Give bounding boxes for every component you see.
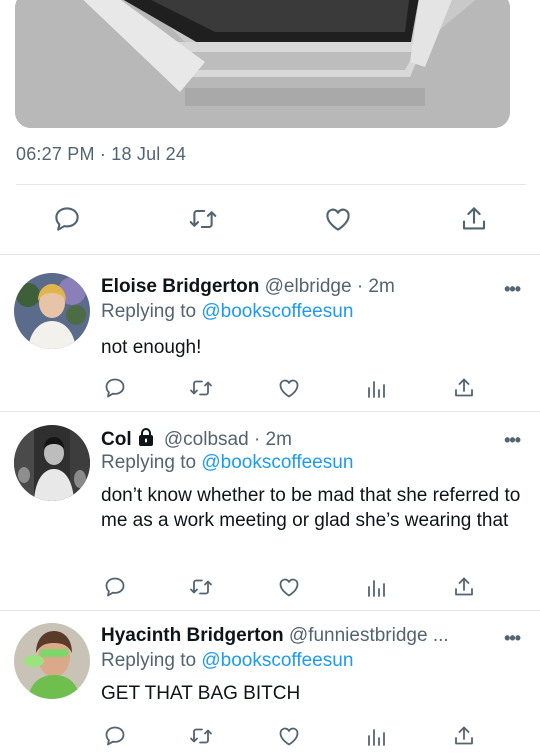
avatar[interactable] [14,273,90,349]
views-button[interactable] [361,373,391,403]
speech-bubble-icon [55,207,79,231]
reply-header: Hyacinth Bridgerton @funniestbridge ... [101,625,449,647]
mention-link[interactable]: @bookscoffeesun [201,301,353,322]
retweet-button[interactable] [186,202,220,236]
avatar[interactable] [14,623,90,699]
retweet-icon [190,728,212,744]
reply-time[interactable]: · 2m [254,429,292,450]
tweet-actions-bar [0,200,540,240]
reply-text: not enough! [101,337,202,358]
share-upload-icon [455,577,473,596]
avatar[interactable] [14,425,90,501]
views-button[interactable] [361,721,391,751]
reply-time[interactable]: · 2m [357,276,395,297]
retweet-icon [190,579,212,595]
heart-icon [279,379,299,398]
reply-actions-bar [0,721,540,751]
reply-actions-bar [0,373,540,403]
replying-to-line: Replying to @bookscoffeesun [101,650,353,672]
more-options-button[interactable]: ••• [504,628,521,649]
reply-actions-bar [0,572,540,602]
share-upload-icon [455,726,473,745]
more-options-button[interactable]: ••• [504,279,521,300]
reply-tweet[interactable]: Col @colbsad · 2m ••• Replying to @books… [0,412,540,610]
retweet-button[interactable] [186,373,216,403]
user-handle[interactable]: @colbsad [164,429,249,450]
retweet-icon [190,380,212,396]
share-button[interactable] [457,202,491,236]
share-button[interactable] [449,572,479,602]
like-button[interactable] [321,202,355,236]
more-options-button[interactable]: ••• [504,430,521,451]
speech-bubble-icon [105,577,125,597]
display-name[interactable]: Col [101,429,132,450]
reply-header: Col @colbsad · 2m [101,427,292,453]
bar-chart-icon [368,381,385,398]
like-button[interactable] [274,373,304,403]
share-button[interactable] [449,721,479,751]
reply-text: don’t know whether to be mad that she re… [101,485,521,531]
bar-chart-icon [368,580,385,597]
user-handle[interactable]: @elbridge [265,276,352,297]
share-upload-icon [455,378,473,397]
mention-link[interactable]: @bookscoffeesun [201,650,353,671]
display-name[interactable]: Eloise Bridgerton [101,276,259,297]
replying-to-label: Replying to [101,301,202,322]
user-handle[interactable]: @funniestbridge ... [289,625,449,646]
reply-button[interactable] [100,373,130,403]
like-button[interactable] [274,721,304,751]
retweet-button[interactable] [186,721,216,751]
speech-bubble-icon [105,378,125,398]
views-button[interactable] [361,572,391,602]
reply-button[interactable] [100,721,130,751]
tweet-media-container [0,0,540,132]
like-button[interactable] [274,572,304,602]
reply-button[interactable] [50,202,84,236]
heart-icon [326,208,350,231]
divider [16,184,526,185]
retweet-icon [189,209,217,229]
replying-to-line: Replying to @bookscoffeesun [101,301,353,323]
bar-chart-icon [368,729,385,746]
tweet-timestamp[interactable]: 06:27 PM · 18 Jul 24 [16,144,186,165]
replying-to-label: Replying to [101,650,202,671]
tweet-photo[interactable] [15,0,510,128]
replying-to-label: Replying to [101,452,202,473]
retweet-button[interactable] [186,572,216,602]
mention-link[interactable]: @bookscoffeesun [201,452,353,473]
heart-icon [279,578,299,597]
reply-header: Eloise Bridgerton @elbridge · 2m [101,276,395,298]
reply-tweet[interactable]: Eloise Bridgerton @elbridge · 2m ••• Rep… [0,255,540,411]
share-button[interactable] [449,373,479,403]
display-name[interactable]: Hyacinth Bridgerton [101,625,284,646]
reply-text: GET THAT BAG BITCH [101,683,301,704]
replying-to-line: Replying to @bookscoffeesun [101,452,353,474]
reply-tweet[interactable]: Hyacinth Bridgerton @funniestbridge ... … [0,611,540,755]
heart-icon [279,727,299,746]
lock-icon [136,427,156,453]
share-upload-icon [462,207,486,230]
reply-button[interactable] [100,572,130,602]
speech-bubble-icon [105,726,125,746]
